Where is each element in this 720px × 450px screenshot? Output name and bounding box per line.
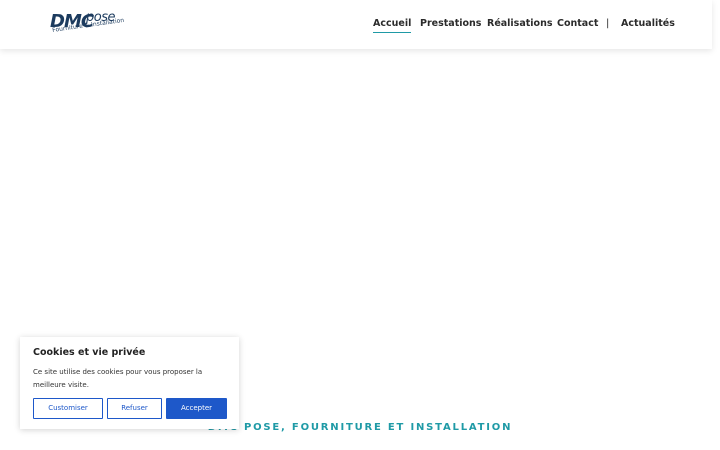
- logo[interactable]: DMC pose Fourniture & Installation: [50, 10, 125, 40]
- refuse-button[interactable]: Refuser: [107, 398, 162, 419]
- accept-button[interactable]: Accepter: [166, 398, 227, 419]
- nav-item-prestations[interactable]: Prestations: [420, 18, 481, 30]
- nav-item-contact[interactable]: Contact: [557, 18, 598, 30]
- site-header: DMC pose Fourniture & Installation Accue…: [0, 0, 712, 49]
- cookie-text: Ce site utilise des cookies pour vous pr…: [33, 368, 203, 389]
- page: DMC pose Fourniture & Installation Accue…: [0, 0, 720, 450]
- nav-item-accueil[interactable]: Accueil: [373, 18, 412, 33]
- nav-separator: |: [606, 18, 610, 29]
- nav-item-actualites[interactable]: Actualités: [621, 18, 675, 30]
- customize-button[interactable]: Customiser: [33, 398, 103, 419]
- cookie-banner: Cookies et vie privée Ce site utilise de…: [20, 337, 239, 429]
- nav-item-realisations[interactable]: Réalisations: [487, 18, 553, 30]
- cookie-title: Cookies et vie privée: [33, 347, 146, 358]
